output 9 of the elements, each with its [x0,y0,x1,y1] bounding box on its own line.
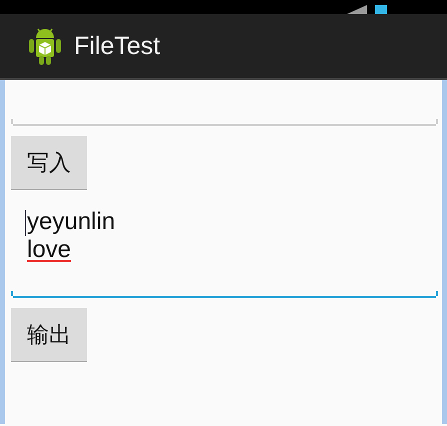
text-line: yeyunlin [27,208,116,236]
action-button[interactable]: 输出 [11,308,87,362]
app-title: FileTest [74,32,160,60]
input-field[interactable]: yeyunlin love [13,198,436,298]
text-line: love [27,236,72,264]
battery-icon [375,5,387,14]
android-robot-icon [28,26,62,66]
action-button[interactable]: 写入 [11,136,87,190]
text-cursor [25,210,26,236]
